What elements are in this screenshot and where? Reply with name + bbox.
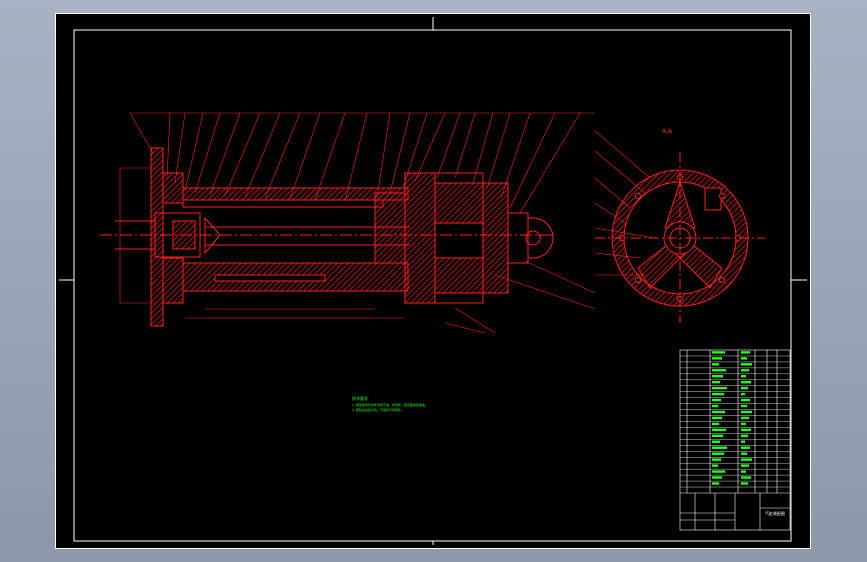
table-cell-text — [741, 351, 750, 354]
table-cell-text — [712, 452, 724, 455]
table-cell-text — [741, 386, 748, 390]
table-cell-text — [741, 392, 745, 396]
table-cell-text — [741, 452, 747, 455]
table-cell-text — [741, 458, 752, 461]
end-view: A-A — [594, 128, 765, 323]
table-cell-text — [712, 357, 722, 360]
tech-requirements: 技术要求 1. 装配前所有零件清洗干净，去毛刺，配合面涂润滑油。 2. 装配后运… — [352, 395, 428, 412]
table-cell-text — [712, 416, 722, 420]
tech-req-heading: 技术要求 — [352, 395, 368, 401]
table-cell-text — [741, 470, 746, 473]
table-cell-text — [741, 464, 749, 467]
cad-viewer: A-A 技术要求 1. 装配前所有零件清洗干净，去毛刺，配合面涂润滑油。 2. … — [0, 0, 867, 562]
tech-req-line-1: 1. 装配前所有零件清洗干净，去毛刺，配合面涂润滑油。 — [352, 402, 428, 407]
table-cell-text — [712, 363, 719, 366]
table-cell-text — [741, 482, 748, 485]
table-cell-text — [712, 386, 727, 390]
table-cell-text — [712, 392, 724, 396]
table-cell-text — [741, 363, 752, 366]
table-cell-text — [712, 398, 721, 402]
parts-list-rows — [680, 351, 790, 488]
table-cell-text — [712, 410, 725, 414]
table-cell-text — [741, 446, 750, 449]
section-view — [100, 112, 596, 334]
table-cell-text — [741, 422, 746, 426]
table-cell-text — [712, 434, 723, 438]
table-cell-text — [712, 428, 726, 432]
table-cell-text — [741, 398, 750, 402]
table-cell-text — [741, 357, 747, 360]
tech-req-line-2: 2. 装配后运动灵活，不得有卡滞现象。 — [352, 407, 404, 412]
table-cell-text — [741, 428, 751, 432]
table-cell-text — [712, 464, 718, 467]
table-cell-text — [741, 380, 751, 384]
drawing-title: 气缸装配图 — [765, 510, 785, 516]
table-cell-text — [741, 410, 752, 414]
table-cell-text — [741, 434, 748, 438]
table-cell-text — [712, 422, 719, 426]
table-cell-text — [712, 470, 725, 473]
table-cell-text — [741, 404, 747, 408]
table-cell-text — [712, 440, 720, 443]
table-cell-text — [741, 440, 745, 443]
table-cell-text — [741, 476, 751, 479]
drawing-sheet[interactable]: A-A 技术要求 1. 装配前所有零件清洗干净，去毛刺，配合面涂润滑油。 2. … — [55, 13, 811, 549]
table-cell-text — [712, 458, 721, 461]
table-cell-text — [712, 482, 719, 485]
table-cell-text — [741, 416, 749, 420]
table-cell-text — [712, 446, 727, 449]
table-cell-text — [712, 404, 718, 408]
table-cell-text — [712, 476, 722, 479]
assembly-drawing: A-A 技术要求 1. 装配前所有零件清洗干净，去毛刺，配合面涂润滑油。 2. … — [55, 13, 811, 549]
table-cell-text — [712, 380, 720, 384]
table-cell-text — [712, 375, 723, 378]
table-cell-text — [741, 375, 746, 378]
table-cell-text — [741, 369, 749, 372]
table-cell-text — [712, 351, 725, 354]
view-label: A-A — [662, 128, 673, 135]
table-cell-text — [712, 369, 726, 372]
